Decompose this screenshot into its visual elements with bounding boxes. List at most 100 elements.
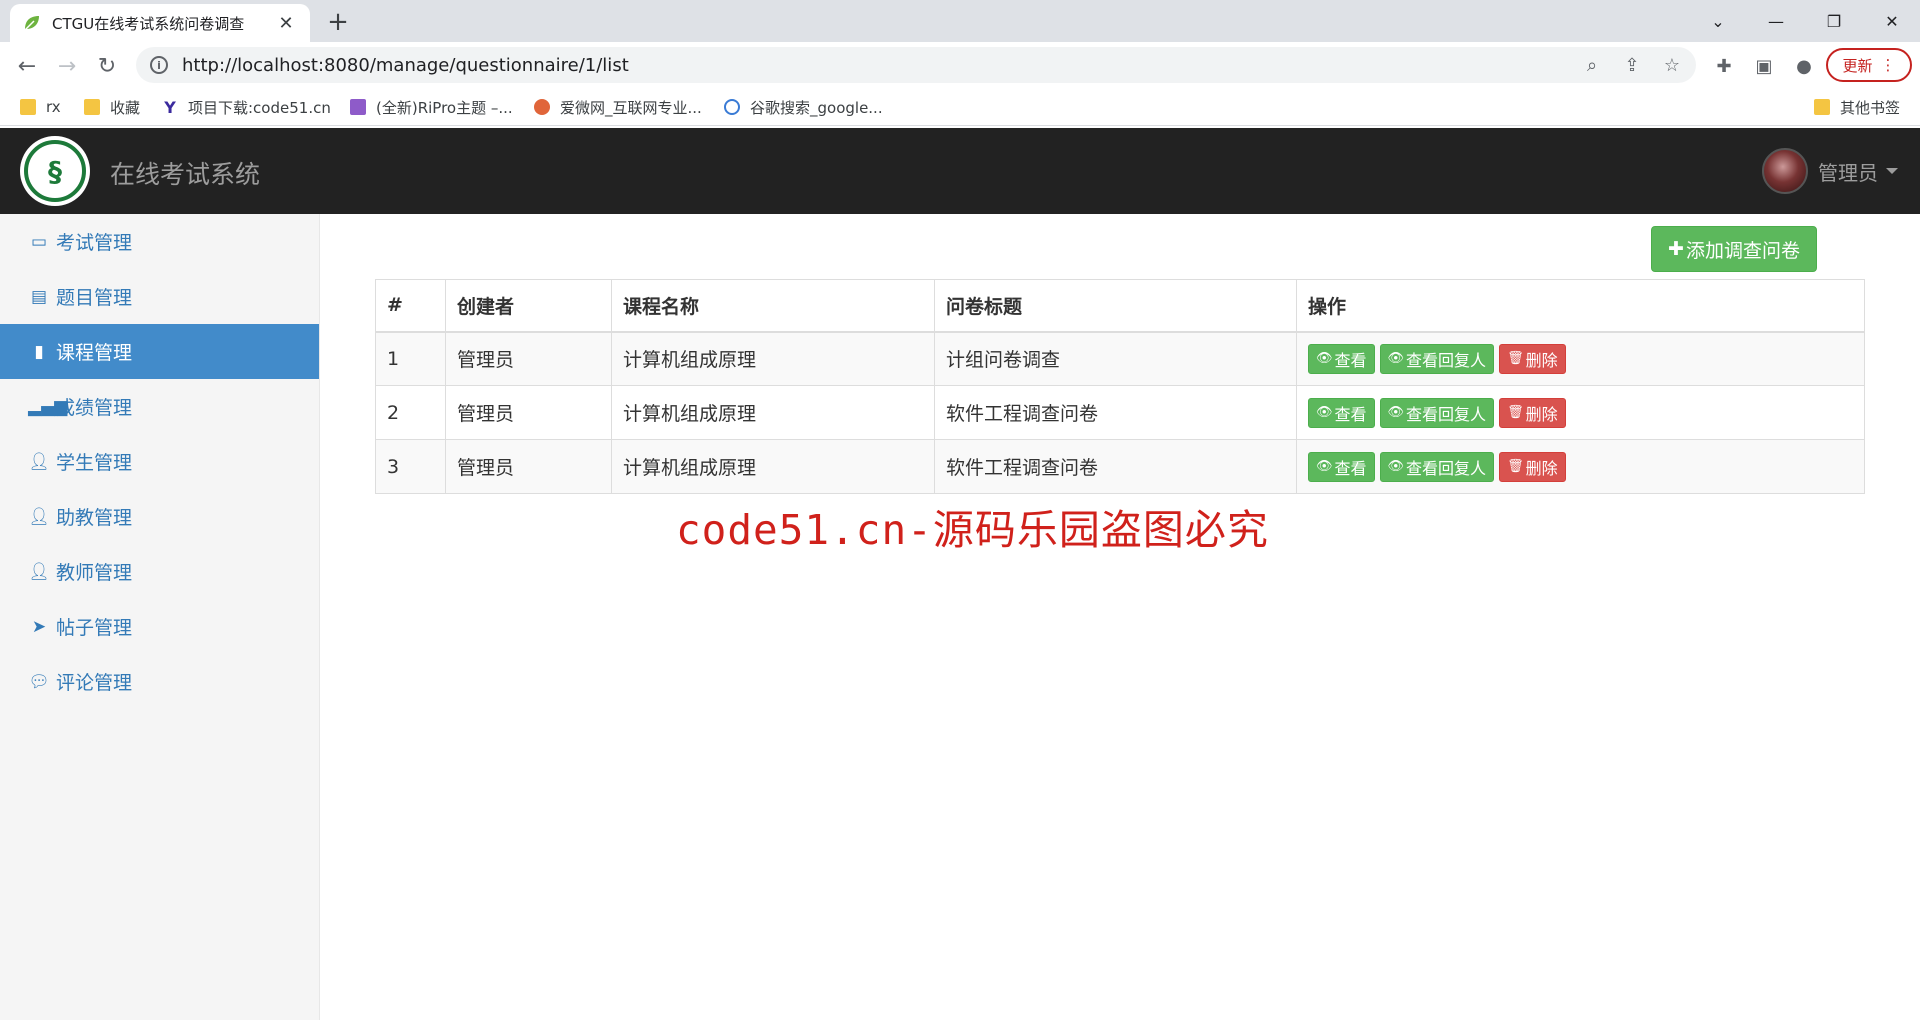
table-header-row: # 创建者 课程名称 问卷标题 操作 xyxy=(375,279,1865,333)
sidebar-item-label: 助教管理 xyxy=(56,507,133,529)
url-text[interactable]: http://localhost:8080/manage/questionnai… xyxy=(182,55,629,76)
forward-icon[interactable]: → xyxy=(50,49,84,83)
view-button[interactable]: 👁︎ 查看 xyxy=(1308,343,1375,374)
bookmark-item[interactable]: 收藏 xyxy=(84,96,140,118)
sidebar-item-label: 帖子管理 xyxy=(56,617,133,639)
sidebar-item-teachers[interactable]: 👤︎ 教师管理 xyxy=(0,544,319,599)
user-menu[interactable]: 管理员 xyxy=(1762,148,1898,194)
restore-icon[interactable]: ❐ xyxy=(1806,0,1862,42)
view-responders-button[interactable]: 👁︎ 查看回复人 xyxy=(1379,343,1495,374)
address-bar[interactable]: i http://localhost:8080/manage/questionn… xyxy=(136,47,1696,83)
new-tab-button[interactable]: + xyxy=(322,6,354,38)
table-row: 2 管理员 计算机组成原理 软件工程调查问卷 👁︎ 查看 👁︎ 查看回复人 🗑︎ 删除 xyxy=(375,385,1865,440)
side-panel-icon[interactable]: ▣ xyxy=(1750,52,1778,80)
add-questionnaire-label: 添加调查问卷 xyxy=(1685,239,1800,262)
view-responders-button[interactable]: 👁︎ 查看回复人 xyxy=(1379,397,1495,428)
sidebar-item-comments[interactable]: 💬︎ 评论管理 xyxy=(0,654,319,709)
cell-creator: 管理员 xyxy=(445,331,612,386)
eye-icon: 👁︎ xyxy=(1387,351,1405,367)
delete-label: 删除 xyxy=(1525,404,1558,424)
sidebar-item-exam[interactable]: ▭ 考试管理 xyxy=(0,214,319,269)
column-header: 问卷标题 xyxy=(934,279,1297,333)
cell-creator: 管理员 xyxy=(445,385,612,440)
plus-icon: ✚ xyxy=(1668,238,1684,260)
sidebar-item-courses[interactable]: ▮ 课程管理 xyxy=(0,324,319,379)
view-button[interactable]: 👁︎ 查看 xyxy=(1308,451,1375,482)
bookmark-label: 爱微网_互联网专业... xyxy=(560,98,702,117)
sidebar-item-assistants[interactable]: 👤︎ 助教管理 xyxy=(0,489,319,544)
profile-icon[interactable]: ● xyxy=(1790,52,1818,80)
zoom-icon[interactable]: ⌕ xyxy=(1580,53,1604,77)
trash-icon: 🗑︎ xyxy=(1507,351,1524,367)
user-icon: 👤︎ xyxy=(28,561,50,582)
sidebar-item-label: 教师管理 xyxy=(56,562,133,584)
cell-creator: 管理员 xyxy=(445,439,612,494)
list-icon: ▤ xyxy=(30,286,48,307)
view-responders-button[interactable]: 👁︎ 查看回复人 xyxy=(1379,451,1495,482)
leaf-icon xyxy=(24,16,39,31)
bookmark-item[interactable]: (全新)RiPro主题 –... xyxy=(350,96,513,118)
view-responders-label: 查看回复人 xyxy=(1406,350,1487,370)
delete-button[interactable]: 🗑︎ 删除 xyxy=(1499,343,1566,374)
bookmark-item[interactable]: rx xyxy=(20,96,61,118)
delete-button[interactable]: 🗑︎ 删除 xyxy=(1499,397,1566,428)
send-icon: ➤ xyxy=(31,616,47,637)
back-icon[interactable]: ← xyxy=(10,49,44,83)
bookmark-label: rx xyxy=(46,98,61,116)
view-label: 查看 xyxy=(1334,404,1367,424)
trash-icon: 🗑︎ xyxy=(1507,405,1524,420)
yahoo-icon: Y xyxy=(162,98,178,117)
cell-course: 计算机组成原理 xyxy=(611,439,935,494)
share-icon[interactable]: ⇪ xyxy=(1620,53,1644,77)
tab-title: CTGU在线考试系统问卷调查 xyxy=(52,14,245,33)
browser-tab[interactable]: CTGU在线考试系统问卷调查 ✕ xyxy=(10,4,310,42)
column-header: 操作 xyxy=(1296,279,1865,333)
table-row: 1 管理员 计算机组成原理 计组问卷调查 👁︎ 查看 👁︎ 查看回复人 🗑︎ 删除 xyxy=(375,331,1865,386)
search-360-icon xyxy=(724,99,740,115)
brand-title[interactable]: 在线考试系统 xyxy=(110,155,260,191)
app-navbar: § 在线考试系统 管理员 xyxy=(0,128,1920,214)
trash-icon: 🗑︎ xyxy=(1507,459,1524,474)
avatar xyxy=(1762,148,1808,194)
sidebar-item-scores[interactable]: ▂▄▆ 成绩管理 xyxy=(0,379,319,434)
bookmark-star-icon[interactable]: ☆ xyxy=(1660,53,1684,77)
tab-search-icon[interactable]: ⌄ xyxy=(1690,0,1746,42)
cell-course: 计算机组成原理 xyxy=(611,331,935,386)
minimize-icon[interactable]: — xyxy=(1748,0,1804,42)
user-icon: 👤︎ xyxy=(28,451,50,472)
delete-button[interactable]: 🗑︎ 删除 xyxy=(1499,451,1566,482)
view-responders-label: 查看回复人 xyxy=(1406,458,1487,478)
bookmark-item[interactable]: Y 项目下载:code51.cn xyxy=(162,96,331,118)
column-header: 创建者 xyxy=(445,279,612,333)
cell-course: 计算机组成原理 xyxy=(611,385,935,440)
sidebar-item-label: 题目管理 xyxy=(56,287,133,309)
close-tab-icon[interactable]: ✕ xyxy=(274,13,298,34)
sidebar-item-label: 考试管理 xyxy=(56,232,133,254)
sidebar-item-label: 成绩管理 xyxy=(56,397,133,419)
sidebar-item-questions[interactable]: ▤ 题目管理 xyxy=(0,269,319,324)
bookmark-label: (全新)RiPro主题 –... xyxy=(376,98,513,117)
cell-actions: 👁︎ 查看 👁︎ 查看回复人 🗑︎ 删除 xyxy=(1296,331,1865,386)
logo[interactable]: § xyxy=(20,136,90,206)
update-button[interactable]: 更新 ⋮ xyxy=(1826,48,1912,82)
other-bookmarks[interactable]: 其他书签 xyxy=(1814,96,1900,118)
window-close-icon[interactable]: ✕ xyxy=(1864,0,1920,42)
extensions-icon[interactable]: ✚ xyxy=(1710,52,1738,80)
browser-tabstrip: CTGU在线考试系统问卷调查 ✕ + ⌄ — ❐ ✕ xyxy=(0,0,1920,42)
bookmark-item[interactable]: 爱微网_互联网专业... xyxy=(534,96,702,118)
add-questionnaire-button[interactable]: ✚ 添加调查问卷 xyxy=(1651,226,1817,272)
view-button[interactable]: 👁︎ 查看 xyxy=(1308,397,1375,428)
eye-icon: 👁︎ xyxy=(1316,405,1333,420)
sidebar-item-students[interactable]: 👤︎ 学生管理 xyxy=(0,434,319,489)
site-info-icon[interactable]: i xyxy=(150,56,168,74)
folder-icon xyxy=(84,99,100,115)
reload-icon[interactable]: ↻ xyxy=(90,49,124,83)
delete-label: 删除 xyxy=(1525,458,1558,478)
sidebar-item-posts[interactable]: ➤ 帖子管理 xyxy=(0,599,319,654)
column-header: 课程名称 xyxy=(611,279,935,333)
bookmark-item[interactable]: 谷歌搜索_google... xyxy=(724,96,883,118)
aiwei-icon xyxy=(534,99,550,115)
folder-icon xyxy=(20,99,36,115)
cell-id: 1 xyxy=(375,331,446,386)
sidebar-item-label: 课程管理 xyxy=(56,342,133,364)
